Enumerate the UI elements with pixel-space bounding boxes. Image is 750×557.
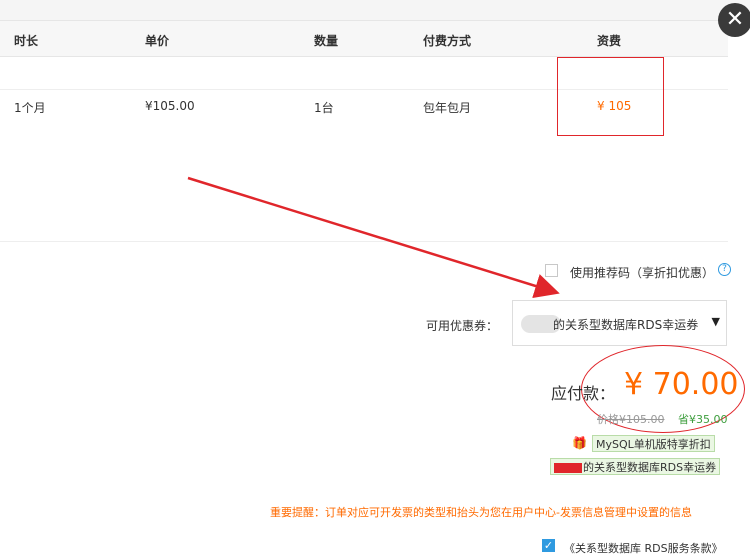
arrow-line bbox=[187, 176, 560, 299]
annotation-arrow bbox=[187, 176, 560, 299]
